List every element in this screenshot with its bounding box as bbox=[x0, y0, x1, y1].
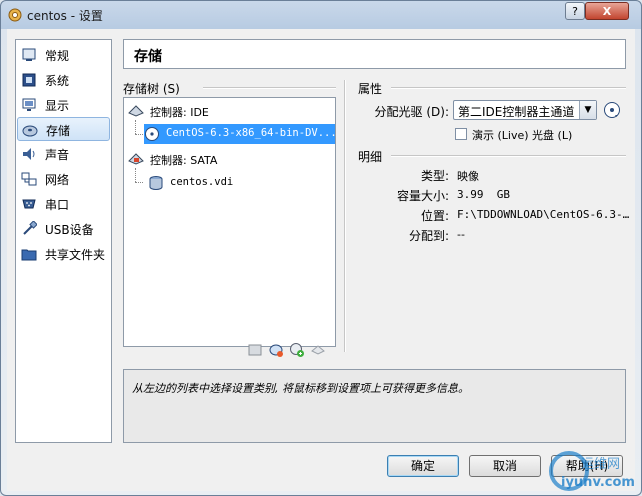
tree-item-sata-disk[interactable]: centos.vdi bbox=[148, 173, 333, 193]
nav-label: 共享文件夹 bbox=[45, 248, 106, 262]
nav-label: 声音 bbox=[45, 148, 70, 162]
location-label: 位置: bbox=[420, 209, 449, 223]
nav-item-serial[interactable]: 串口 bbox=[17, 192, 110, 216]
nav-label: 串口 bbox=[45, 198, 70, 212]
dialog-client: 常规 系统 显示 存储 声音 网络 串口 USB设备 共享文件夹 存储 存储树 … bbox=[7, 29, 635, 491]
nav-label: USB设备 bbox=[45, 223, 94, 237]
settings-category-list[interactable]: 常规 系统 显示 存储 声音 网络 串口 USB设备 共享文件夹 bbox=[15, 39, 112, 443]
storage-tree[interactable]: 控制器: IDE CentOS-6.3-x86_64-bin-DV... 控制器… bbox=[123, 97, 337, 347]
serial-port-icon bbox=[22, 199, 36, 209]
tree-item-label: centos.vdi bbox=[170, 176, 234, 188]
properties-label: 属性 bbox=[358, 82, 383, 96]
tree-item-label: 控制器: SATA bbox=[150, 154, 218, 167]
page-title: 存储 bbox=[134, 49, 162, 65]
optical-drive-select[interactable]: 第二IDE控制器主通道 ▼ bbox=[453, 100, 597, 120]
nav-item-shared-folders[interactable]: 共享文件夹 bbox=[17, 242, 110, 266]
attached-to-value: -- bbox=[457, 228, 465, 241]
add-disk-icon[interactable] bbox=[289, 342, 305, 358]
help-button[interactable]: 帮助(H) bbox=[551, 455, 623, 477]
nav-item-storage[interactable]: 存储 bbox=[17, 117, 110, 141]
shared-folder-icon bbox=[21, 249, 37, 261]
optical-drive-value: 第二IDE控制器主通道 bbox=[458, 105, 575, 119]
close-window-button[interactable]: X bbox=[585, 2, 629, 20]
cd-icon bbox=[145, 127, 159, 141]
tree-line bbox=[135, 182, 143, 183]
hard-disk-icon bbox=[149, 176, 163, 190]
display-icon bbox=[22, 98, 36, 111]
info-box: 从左边的列表中选择设置类别, 将鼠标移到设置项上可获得更多信息。 bbox=[123, 369, 626, 443]
tree-item-ide-disk[interactable]: CentOS-6.3-x86_64-bin-DV... bbox=[144, 124, 337, 144]
location-value: F:\TDDOWNLOAD\CentOS-6.3-… bbox=[457, 208, 630, 221]
column-divider bbox=[344, 80, 346, 352]
nav-item-audio[interactable]: 声音 bbox=[17, 142, 110, 166]
ide-controller-icon bbox=[128, 105, 144, 117]
divider bbox=[391, 155, 626, 157]
tree-item-label: CentOS-6.3-x86_64-bin-DV... bbox=[166, 127, 337, 139]
storage-icon bbox=[22, 125, 38, 137]
nav-label: 显示 bbox=[45, 99, 70, 113]
storage-tree-label: 存储树 (S) bbox=[123, 82, 180, 96]
live-cd-checkbox[interactable] bbox=[455, 128, 467, 140]
gear-icon bbox=[8, 8, 22, 22]
tree-item-label: 控制器: IDE bbox=[150, 106, 209, 119]
nav-label: 网络 bbox=[45, 173, 70, 187]
window-title: centos - 设置 bbox=[27, 9, 103, 23]
cancel-button[interactable]: 取消 bbox=[469, 455, 541, 477]
network-icon bbox=[21, 172, 37, 186]
tree-line bbox=[135, 168, 136, 182]
title-bar[interactable]: centos - 设置 ? X bbox=[1, 1, 641, 29]
tree-controller-sata[interactable]: 控制器: SATA bbox=[128, 149, 333, 169]
divider bbox=[203, 87, 336, 89]
nav-item-system[interactable]: 系统 bbox=[17, 68, 110, 92]
nav-item-usb[interactable]: USB设备 bbox=[17, 217, 110, 241]
divider bbox=[391, 87, 626, 89]
live-cd-label[interactable]: 演示 (Live) 光盘 (L) bbox=[472, 127, 572, 143]
chevron-down-icon: ▼ bbox=[579, 101, 596, 119]
tree-controller-ide[interactable]: 控制器: IDE bbox=[128, 101, 333, 121]
nav-item-network[interactable]: 网络 bbox=[17, 167, 110, 191]
choose-disk-icon[interactable] bbox=[603, 101, 621, 119]
size-label: 容量大小: bbox=[396, 189, 449, 203]
tree-line bbox=[135, 120, 136, 134]
page-title-box: 存储 bbox=[123, 39, 626, 69]
type-label: 类型: bbox=[420, 169, 449, 183]
type-value: 映像 bbox=[457, 170, 479, 183]
remove-attachment-icon[interactable] bbox=[310, 342, 326, 358]
add-controller-icon[interactable] bbox=[247, 342, 263, 358]
size-value: 3.99 GB bbox=[457, 188, 510, 201]
system-icon bbox=[22, 73, 36, 87]
nav-item-general[interactable]: 常规 bbox=[17, 43, 110, 67]
tree-line bbox=[135, 134, 143, 135]
general-icon bbox=[22, 48, 36, 61]
nav-label: 系统 bbox=[45, 74, 70, 88]
attached-to-label: 分配到: bbox=[408, 229, 449, 243]
details-label: 明细 bbox=[358, 150, 383, 164]
ok-button[interactable]: 确定 bbox=[387, 455, 459, 477]
usb-icon bbox=[23, 221, 37, 235]
nav-item-display[interactable]: 显示 bbox=[17, 93, 110, 117]
info-text: 从左边的列表中选择设置类别, 将鼠标移到设置项上可获得更多信息。 bbox=[132, 382, 469, 395]
sata-controller-icon bbox=[128, 153, 144, 165]
help-window-button[interactable]: ? bbox=[565, 2, 585, 20]
nav-label: 存储 bbox=[46, 124, 71, 138]
add-attachment-icon[interactable] bbox=[268, 342, 284, 358]
audio-icon bbox=[23, 148, 35, 160]
settings-window: centos - 设置 ? X 常规 系统 显示 存储 声音 网络 串口 USB… bbox=[0, 0, 642, 496]
optical-drive-label: 分配光驱 (D): bbox=[374, 105, 449, 119]
nav-label: 常规 bbox=[45, 49, 70, 63]
